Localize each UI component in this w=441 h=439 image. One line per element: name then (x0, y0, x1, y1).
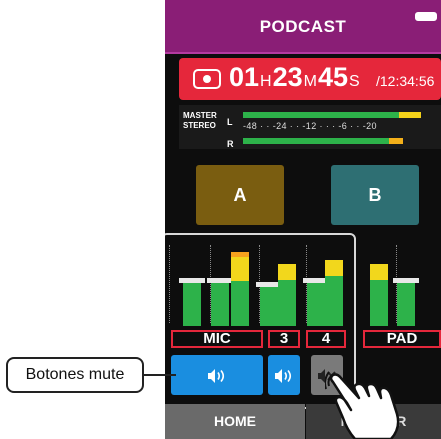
timer-total: /12:34:56 (376, 73, 435, 89)
button-a[interactable]: A (196, 165, 284, 225)
meter-right (243, 138, 403, 144)
speaker-icon (275, 369, 292, 384)
timer-elapsed: 01H23M45S (229, 62, 360, 92)
title-bar: PODCAST (165, 0, 441, 54)
channel-lr-labels: L R (227, 117, 234, 149)
battery-icon (415, 12, 437, 21)
tab-home[interactable]: HOME (165, 404, 305, 439)
meter-scale: -48 · · -24 · · -12 · · · -6 · · -20 (243, 121, 377, 131)
pointing-hand-icon (325, 371, 400, 439)
master-meter: MASTER STEREO L R -48 · · -24 · · -12 · … (179, 105, 441, 149)
master-label: MASTER STEREO (183, 111, 217, 130)
mute-button-3[interactable] (268, 355, 300, 395)
speaker-icon (208, 369, 225, 384)
channel-label-4: 4 (306, 330, 346, 348)
page-title: PODCAST (259, 17, 347, 36)
channel-label-mic: MIC (171, 330, 263, 348)
record-icon (193, 69, 221, 89)
fader-meter-pad (370, 240, 388, 326)
record-timer: 01H23M45S /12:34:56 (179, 58, 441, 100)
meter-left (243, 112, 421, 118)
mute-button-mic[interactable] (171, 355, 263, 395)
channel-label-3: 3 (268, 330, 300, 348)
channel-label-pad: PAD (363, 330, 441, 348)
callout-label: Botones mute (6, 357, 144, 393)
callout-line (144, 374, 176, 376)
fader-pad[interactable] (393, 240, 419, 326)
button-b[interactable]: B (331, 165, 419, 225)
